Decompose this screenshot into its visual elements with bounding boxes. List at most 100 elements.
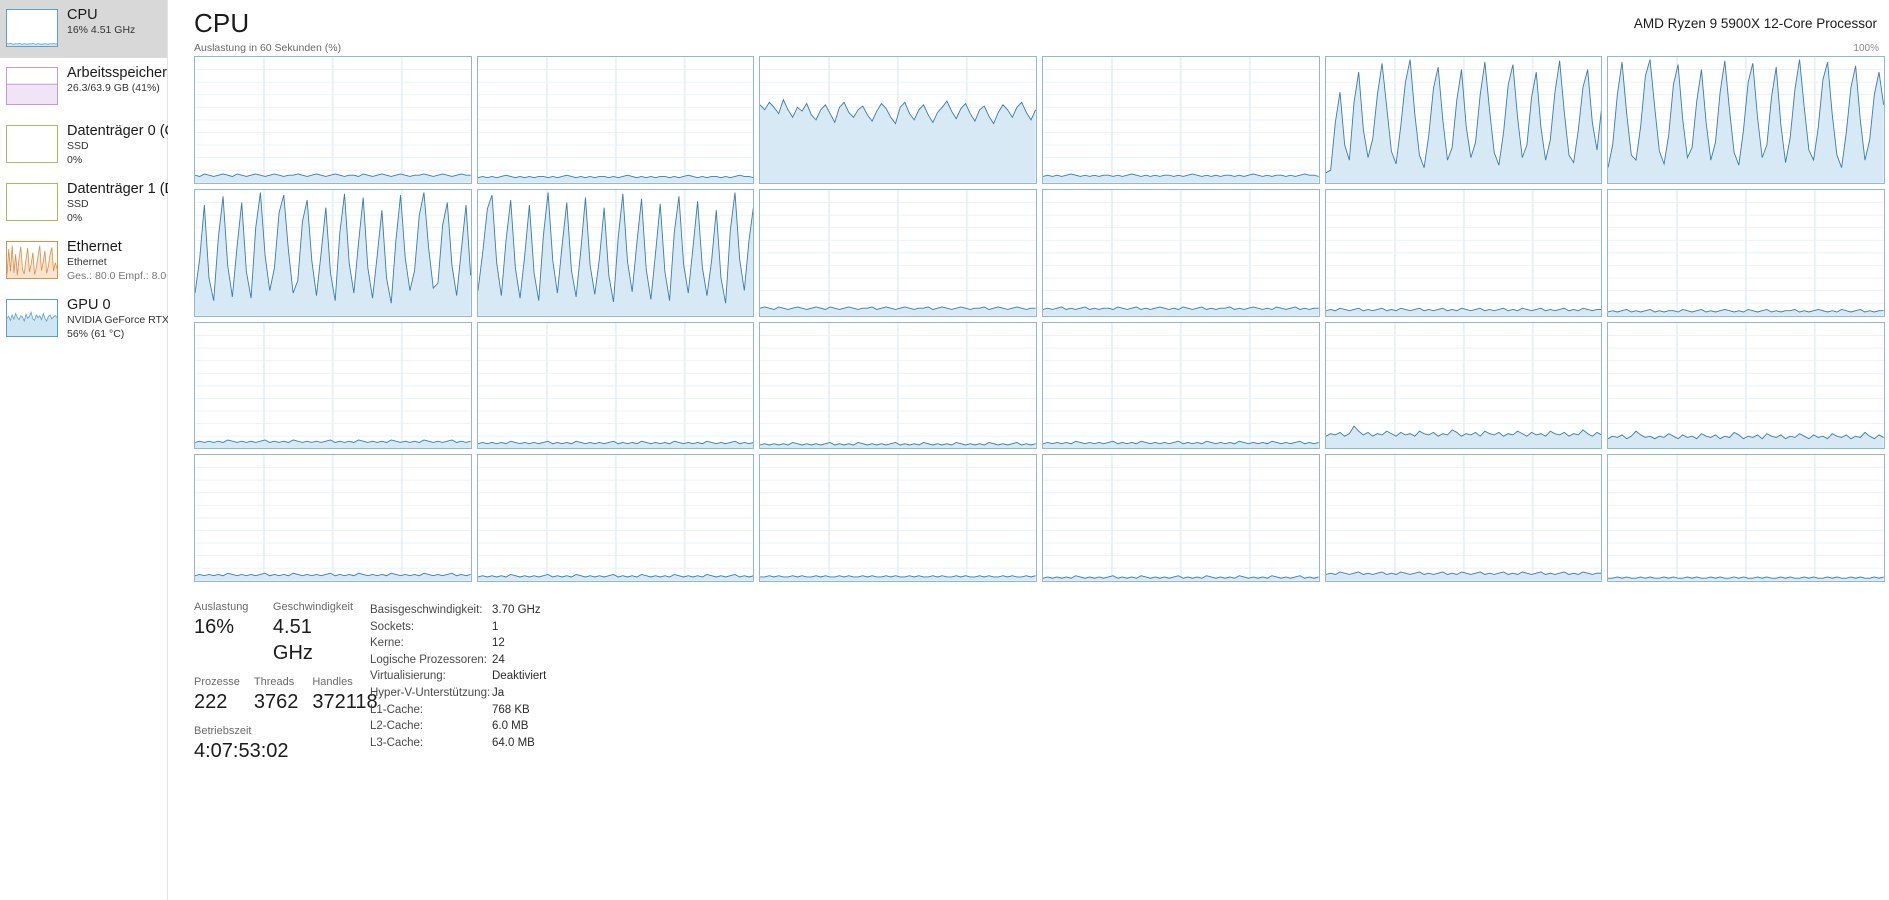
cpu-model-name: AMD Ryzen 9 5900X 12-Core Processor [1633, 16, 1877, 31]
sidebar-item-text: GPU 0 NVIDIA GeForce RTX ... 56% (61 °C) [67, 296, 181, 341]
stat-handles-label: Handles [312, 676, 353, 688]
core-graph-0[interactable] [194, 56, 472, 184]
core-graph-21[interactable] [1041, 454, 1320, 582]
core-graph-12[interactable] [194, 321, 472, 450]
spec-key: Logische Prozessoren: [370, 653, 487, 666]
core-graph-8[interactable] [759, 188, 1037, 317]
stat-uptime: Betriebszeit 4:07:53:02 [194, 724, 289, 764]
sidebar-item-label: Datenträger 1 (D:) [67, 181, 184, 197]
stats-specs: Basisgeschwindigkeit: 3.70 GHz Sockets: 1 Ke… [370, 596, 1889, 900]
spec-key: Virtualisierung: [370, 670, 446, 683]
sidebar-item-subtitle: 16% 4.51 GHz [67, 24, 136, 36]
core-graph-18[interactable] [194, 454, 472, 582]
spec-value: 768 KB [492, 703, 530, 716]
stat-row-uptime: Betriebszeit 4:07:53:02 [194, 724, 370, 764]
core-graph-13[interactable] [476, 321, 755, 450]
core-graph-9[interactable] [1041, 188, 1320, 317]
stats-section: Auslastung 16% Geschwindigkeit 4.51 GHz … [194, 596, 1889, 900]
core-graph-17[interactable] [1607, 321, 1885, 450]
core-graph-15[interactable] [1041, 321, 1320, 450]
sidebar-item-text: Ethernet Ethernet Ges.: 80.0 Empf.: 8.0 KB [67, 238, 184, 283]
core-graph-4[interactable] [1324, 56, 1603, 184]
spec-key: L3-Cache: [370, 736, 424, 749]
stat-threads-value: 3762 [253, 691, 299, 713]
stat-utilization-label: Auslastung [194, 601, 249, 613]
core-graph-5[interactable] [1607, 56, 1885, 184]
stat-row-utilization-speed: Auslastung 16% Geschwindigkeit 4.51 GHz [194, 600, 370, 666]
sidebar-item-label: Arbeitsspeicher [67, 65, 167, 81]
chart-axis-label: Auslastung in 60 Sekunden (%) [194, 42, 342, 54]
spec-key: L1-Cache: [370, 703, 424, 716]
sidebar-item-gpu0[interactable]: GPU 0 NVIDIA GeForce RTX ... 56% (61 °C) [0, 290, 181, 348]
sidebar-item-disk1[interactable]: Datenträger 1 (D:) SSD 0% [0, 174, 184, 232]
core-graph-6[interactable] [194, 188, 472, 317]
spec-value: 24 [492, 653, 505, 666]
sidebar-item-detail: Ges.: 80.0 Empf.: 8.0 KB [67, 270, 184, 282]
sidebar-item-detail: 56% (61 °C) [67, 328, 125, 340]
sidebar-item-subtitle: Ethernet [67, 256, 107, 268]
spec-row: Hyper-V-Unterstützung: Ja [370, 685, 1889, 702]
core-graph-16[interactable] [1324, 321, 1603, 450]
core-graph-22[interactable] [1324, 454, 1603, 582]
spec-row: L3-Cache: 64.0 MB [370, 735, 1889, 752]
sidebar-thumbnail-disk0 [6, 125, 58, 163]
sidebar-thumbnail-memory [6, 67, 58, 105]
sidebar: CPU 16% 4.51 GHz Arbeitsspeicher 26.3/63.9 … [0, 0, 184, 900]
stat-utilization: Auslastung 16% [194, 600, 259, 666]
core-graph-10[interactable] [1324, 188, 1603, 317]
core-graph-19[interactable] [476, 454, 755, 582]
spec-row: Virtualisierung: Deaktiviert [370, 668, 1889, 685]
core-graph-3[interactable] [1041, 56, 1320, 184]
stat-processes-value: 222 [194, 691, 228, 713]
spec-key: Basisgeschwindigkeit: [370, 604, 483, 616]
sidebar-item-subtitle: NVIDIA GeForce RTX ... [67, 314, 181, 326]
sidebar-item-disk0[interactable]: Datenträger 0 (C:) SSD 0% [0, 116, 184, 174]
spec-key: Hyper-V-Unterstützung: [370, 686, 491, 699]
sidebar-item-ethernet[interactable]: Ethernet Ethernet Ges.: 80.0 Empf.: 8.0 KB [0, 232, 184, 290]
stat-threads: Threads 3762 [254, 675, 299, 715]
stat-uptime-label: Betriebszeit [194, 725, 252, 737]
stat-processes-label: Prozesse [194, 676, 240, 688]
sidebar-item-label: GPU 0 [67, 297, 111, 313]
sidebar-thumbnail-gpu0 [6, 299, 58, 337]
stat-speed-value: 4.51 GHz [272, 616, 313, 664]
core-graph-2[interactable] [759, 56, 1037, 184]
spec-value: 3.70 GHz [492, 604, 541, 616]
sidebar-item-subtitle: SSD [67, 140, 89, 152]
spec-row: L2-Cache: 6.0 MB [370, 718, 1889, 735]
spec-value: 64.0 MB [492, 736, 535, 749]
core-graph-7[interactable] [476, 188, 755, 317]
spec-row: Kerne: 12 [370, 635, 1889, 652]
logical-processors-grid[interactable] [194, 56, 1885, 582]
spec-value: Deaktiviert [492, 670, 547, 683]
stat-speed: Geschwindigkeit 4.51 GHz [273, 600, 356, 666]
sidebar-item-label: CPU [67, 7, 98, 23]
stat-row-processes: Prozesse 222 Threads 3762 Handles 372118 [194, 675, 378, 715]
sidebar-item-memory[interactable]: Arbeitsspeicher 26.3/63.9 GB (41%) [0, 58, 167, 116]
sidebar-item-cpu[interactable]: CPU 16% 4.51 GHz [0, 0, 167, 58]
stat-utilization-value: 16% [194, 616, 235, 638]
sidebar-thumbnail-cpu [6, 9, 58, 47]
spec-row: Sockets: 1 [370, 619, 1889, 636]
core-graph-14[interactable] [759, 321, 1037, 450]
core-graph-23[interactable] [1607, 454, 1885, 582]
sidebar-item-text: Datenträger 1 (D:) SSD 0% [67, 180, 184, 225]
sidebar-item-subtitle: 26.3/63.9 GB (41%) [67, 82, 160, 94]
stat-handles: Handles 372118 [312, 675, 377, 715]
core-graph-11[interactable] [1607, 188, 1885, 317]
sidebar-thumbnail-ethernet [6, 241, 58, 279]
spec-key: L2-Cache: [370, 720, 424, 733]
stat-speed-label: Geschwindigkeit [272, 601, 353, 613]
spec-value: 6.0 MB [492, 720, 529, 733]
page-header: CPU AMD Ryzen 9 5900X 12-Core Processor [168, 0, 1889, 42]
core-graph-20[interactable] [759, 454, 1037, 582]
spec-key: Kerne: [370, 637, 404, 650]
stat-threads-label: Threads [253, 676, 295, 688]
sidebar-item-detail: 0% [67, 154, 83, 166]
axis-labels: Auslastung in 60 Sekunden (%) 100% [168, 42, 1889, 56]
spec-row: L1-Cache: 768 KB [370, 702, 1889, 719]
spec-value: Ja [492, 686, 505, 699]
main-panel: CPU AMD Ryzen 9 5900X 12-Core Processor … [168, 0, 1889, 900]
page-title: CPU [194, 8, 250, 38]
core-graph-1[interactable] [476, 56, 755, 184]
